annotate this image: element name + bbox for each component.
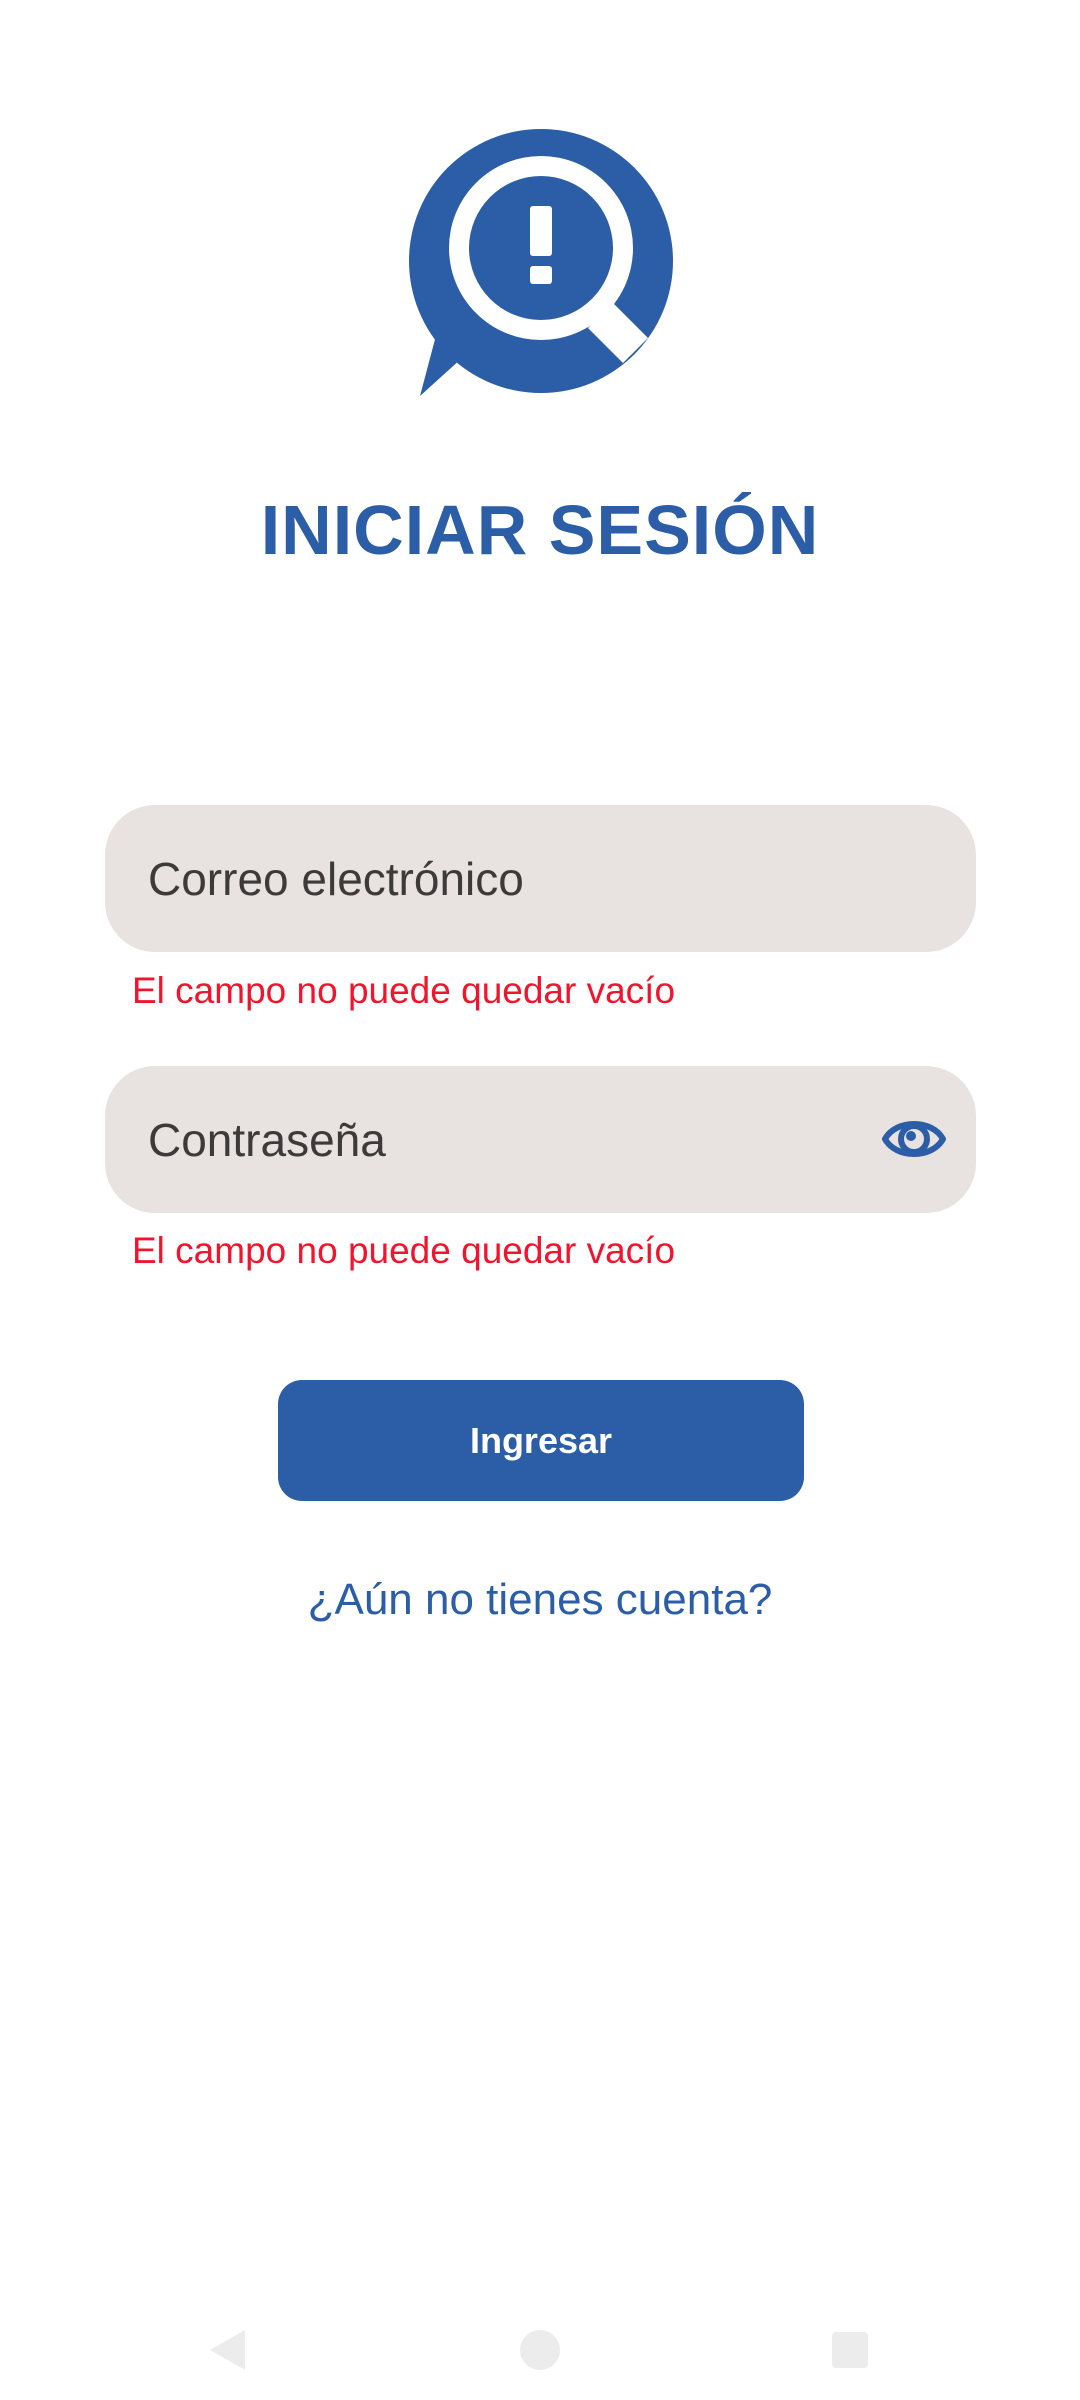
password-field-container[interactable] (105, 1066, 976, 1213)
email-error-message: El campo no puede quedar vacío (132, 970, 676, 1011)
email-input[interactable] (148, 851, 848, 906)
register-link[interactable]: ¿Aún no tienes cuenta? (0, 1575, 1080, 1625)
email-field-container[interactable] (105, 805, 976, 952)
password-input[interactable] (148, 1112, 848, 1167)
password-error-message: El campo no puede quedar vacío (132, 1230, 676, 1271)
home-circle-icon[interactable] (510, 2320, 570, 2380)
back-triangle-icon[interactable] (200, 2320, 260, 2380)
login-button[interactable]: Ingresar (278, 1380, 804, 1501)
system-nav-bar (0, 2300, 1080, 2400)
eye-icon[interactable] (882, 1109, 946, 1169)
recents-square-icon[interactable] (820, 2320, 880, 2380)
page-title: INICIAR SESIÓN (260, 491, 820, 569)
app-logo-icon (409, 129, 673, 396)
